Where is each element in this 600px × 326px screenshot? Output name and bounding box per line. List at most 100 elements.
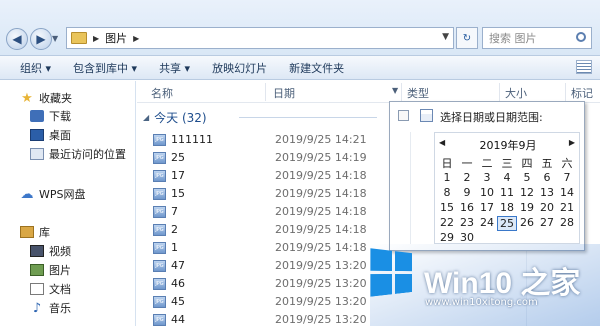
file-date: 2019/9/25 14:18 <box>275 169 367 182</box>
weekday-label: 四 <box>521 157 533 170</box>
nav-desktop-label: 桌面 <box>49 129 71 142</box>
column-divider[interactable] <box>265 83 266 101</box>
calendar-day[interactable]: 22 <box>437 216 457 229</box>
calendar-day[interactable]: 8 <box>437 186 457 199</box>
calendar-day[interactable]: 11 <box>497 186 517 199</box>
forward-button[interactable]: ▶ <box>30 28 52 50</box>
nav-music[interactable]: ♪ 音乐 <box>30 299 71 317</box>
calendar-day[interactable]: 16 <box>457 201 477 214</box>
nav-downloads-label: 下载 <box>49 110 71 123</box>
chevron-right-icon[interactable]: ▶ <box>93 34 99 43</box>
calendar-day[interactable]: 30 <box>457 231 477 244</box>
view-options-icon[interactable] <box>576 60 592 74</box>
date-filter-checkbox[interactable] <box>398 110 409 121</box>
file-row[interactable]: JPG 1 2019/9/25 14:18 <box>137 239 377 257</box>
nav-documents[interactable]: 文档 <box>30 280 71 298</box>
search-input[interactable]: 搜索 图片 <box>482 27 592 49</box>
file-row[interactable]: JPG 2 2019/9/25 14:18 <box>137 221 377 239</box>
weekday-label: 一 <box>461 157 473 170</box>
new-folder-button[interactable]: 新建文件夹 <box>278 60 355 76</box>
calendar-month-title[interactable]: 2019年9月 <box>435 137 581 153</box>
back-button[interactable]: ◀ <box>6 28 28 50</box>
folder-icon <box>71 32 87 44</box>
calendar-day[interactable]: 23 <box>457 216 477 229</box>
column-tags[interactable]: 标记 <box>571 85 593 101</box>
file-row[interactable]: JPG 7 2019/9/25 14:18 <box>137 203 377 221</box>
calendar-day[interactable]: 24 <box>477 216 497 229</box>
share-button[interactable]: 共享 ▾ <box>148 60 201 76</box>
weekday-label: 日 <box>441 157 453 170</box>
jpg-file-icon: JPG <box>153 260 166 272</box>
file-row[interactable]: JPG 47 2019/9/25 13:20 <box>137 257 377 275</box>
nav-downloads[interactable]: 下载 <box>30 107 71 125</box>
search-placeholder: 搜索 图片 <box>489 32 537 45</box>
slideshow-button[interactable]: 放映幻灯片 <box>201 60 278 76</box>
column-size[interactable]: 大小 <box>505 85 527 101</box>
recent-pages-dropdown[interactable]: ▼ <box>52 34 62 46</box>
date-filter-dropdown-icon[interactable]: ▼ <box>392 86 398 95</box>
nav-recent[interactable]: 最近访问的位置 <box>30 145 126 163</box>
column-divider[interactable] <box>565 83 566 101</box>
nav-favorites[interactable]: ★ 收藏夹 <box>20 89 72 107</box>
calendar-day[interactable]: 15 <box>437 201 457 214</box>
search-icon[interactable] <box>576 32 586 42</box>
column-date[interactable]: 日期 <box>273 85 295 101</box>
file-name: 17 <box>171 169 185 182</box>
chevron-right-icon[interactable]: ▶ <box>133 34 139 43</box>
calendar-day[interactable]: 18 <box>497 201 517 214</box>
calendar-day[interactable]: 29 <box>437 231 457 244</box>
breadcrumb-pictures[interactable]: 图片 <box>105 30 127 46</box>
address-dropdown-icon[interactable]: ▼ <box>442 32 449 42</box>
nav-desktop[interactable]: 桌面 <box>30 126 71 144</box>
calendar-day[interactable]: 10 <box>477 186 497 199</box>
file-row[interactable]: JPG 44 2019/9/25 13:20 <box>137 311 377 326</box>
nav-pictures[interactable]: 图片 <box>30 261 71 279</box>
calendar-day[interactable]: 4 <box>497 171 517 184</box>
weekday-label: 三 <box>501 157 513 170</box>
nav-library[interactable]: 库 <box>20 223 50 241</box>
calendar-day[interactable]: 3 <box>477 171 497 184</box>
file-row[interactable]: JPG 45 2019/9/25 13:20 <box>137 293 377 311</box>
calendar-day[interactable]: 26 <box>517 216 537 229</box>
nav-videos[interactable]: 视频 <box>30 242 71 260</box>
column-name[interactable]: 名称 <box>151 85 173 101</box>
file-name: 47 <box>171 259 185 272</box>
calendar-day[interactable]: 27 <box>537 216 557 229</box>
file-row[interactable]: JPG 46 2019/9/25 13:20 <box>137 275 377 293</box>
nav-wps-drive[interactable]: ☁ WPS网盘 <box>20 185 86 203</box>
column-type[interactable]: 类型 <box>407 85 429 101</box>
column-divider[interactable] <box>401 83 402 101</box>
calendar-day[interactable]: 1 <box>437 171 457 184</box>
include-library-button[interactable]: 包含到库中 ▾ <box>62 60 148 76</box>
refresh-button[interactable]: ↻ <box>456 27 478 49</box>
group-header-today[interactable]: ◢ 今天 (32) <box>143 109 207 126</box>
calendar-day[interactable]: 7 <box>557 171 577 184</box>
file-name: 1 <box>171 241 178 254</box>
column-divider[interactable] <box>499 83 500 101</box>
library-icon <box>20 226 34 238</box>
file-row[interactable]: JPG 15 2019/9/25 14:18 <box>137 185 377 203</box>
next-month-button[interactable]: ▶ <box>569 138 575 147</box>
calendar-day[interactable]: 17 <box>477 201 497 214</box>
calendar-day[interactable]: 5 <box>517 171 537 184</box>
calendar-day-selected[interactable]: 25 <box>497 216 517 231</box>
collapse-arrow-icon[interactable]: ◢ <box>143 113 149 122</box>
organize-button[interactable]: 组织 ▾ <box>0 60 62 76</box>
calendar-day[interactable]: 14 <box>557 186 577 199</box>
file-row[interactable]: JPG 25 2019/9/25 14:19 <box>137 149 377 167</box>
calendar-day[interactable]: 19 <box>517 201 537 214</box>
calendar-day[interactable]: 9 <box>457 186 477 199</box>
jpg-file-icon: JPG <box>153 152 166 164</box>
calendar-day[interactable]: 28 <box>557 216 577 229</box>
calendar-day[interactable]: 6 <box>537 171 557 184</box>
calendar-day[interactable]: 12 <box>517 186 537 199</box>
calendar-day[interactable]: 2 <box>457 171 477 184</box>
calendar-day[interactable]: 21 <box>557 201 577 214</box>
address-field[interactable]: ▶ 图片 ▶ ▼ <box>66 27 454 49</box>
jpg-file-icon: JPG <box>153 278 166 290</box>
calendar-day[interactable]: 13 <box>537 186 557 199</box>
file-row[interactable]: JPG 17 2019/9/25 14:18 <box>137 167 377 185</box>
file-row[interactable]: JPG 111111 2019/9/25 14:21 <box>137 131 377 149</box>
music-note-icon: ♪ <box>32 300 42 316</box>
calendar-day[interactable]: 20 <box>537 201 557 214</box>
